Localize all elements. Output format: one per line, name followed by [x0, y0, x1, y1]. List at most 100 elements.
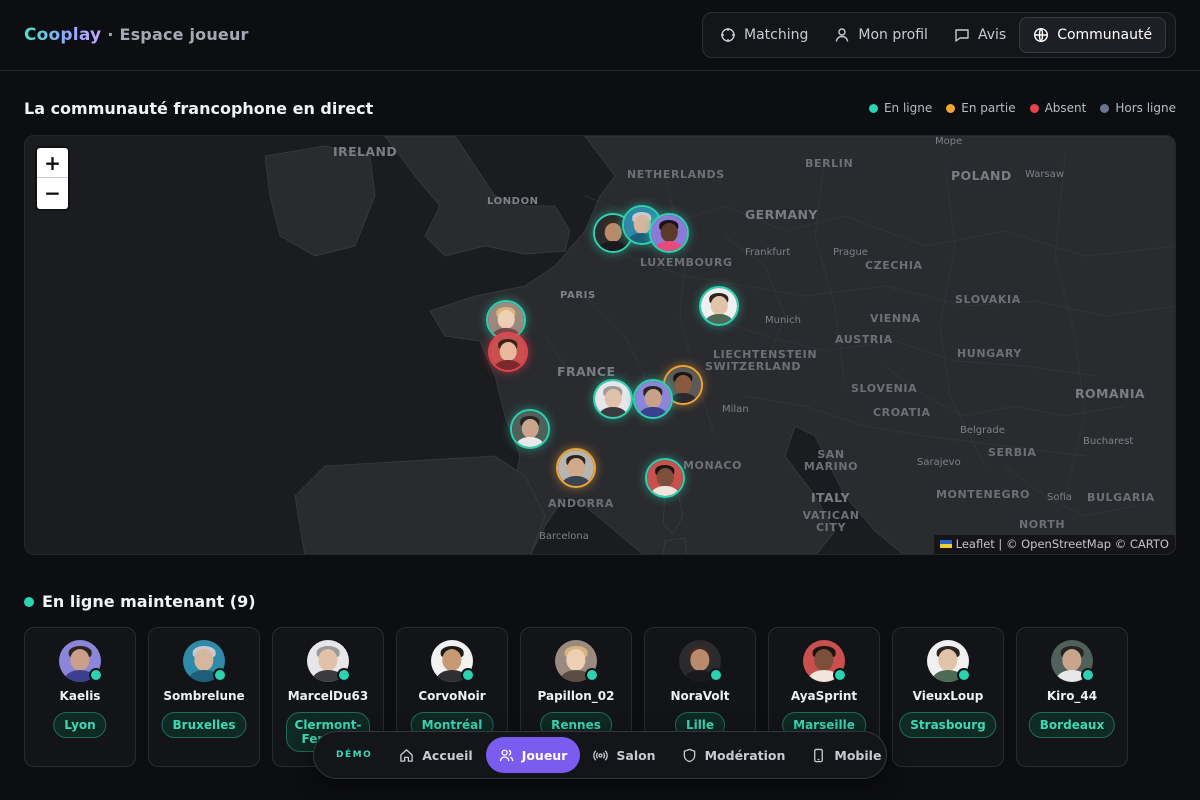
community-map[interactable]: IRELAND LONDON NETHERLANDS BERLIN POLAND…	[24, 135, 1176, 555]
player-name: Kaelis	[59, 689, 101, 703]
legend-in-game: En partie	[946, 101, 1016, 115]
online-status-dot	[89, 668, 103, 682]
legend-away: Absent	[1029, 101, 1087, 115]
main-nav: Matching Mon profil Avis Communauté	[702, 12, 1176, 58]
map-label-paris: PARIS	[560, 290, 596, 301]
online-now-heading: En ligne maintenant (9)	[24, 592, 256, 611]
online-status-dot	[213, 668, 227, 682]
zoom-in-button[interactable]: +	[37, 148, 68, 178]
nav-profile[interactable]: Mon profil	[821, 17, 941, 53]
demo-mobile-label: Mobile	[834, 747, 882, 763]
player-marker-clermont[interactable]	[593, 379, 633, 419]
map-label-bulgaria: BULGARIA	[1087, 491, 1155, 504]
map-label-sarajevo: Sarajevo	[917, 457, 961, 468]
home-icon	[400, 748, 414, 762]
broadcast-icon	[593, 749, 609, 761]
map-label-czechia: CZECHIA	[865, 259, 923, 272]
map-label-ireland: IRELAND	[333, 144, 398, 159]
brand[interactable]: Cooplay · Espace joueur	[24, 25, 249, 45]
ukraine-flag-icon	[939, 540, 952, 548]
user-icon	[836, 28, 849, 42]
demo-mobile-button[interactable]: Mobile	[798, 737, 894, 773]
player-name: Sombrelune	[163, 689, 245, 703]
map-label-switzerland: SWITZERLAND	[705, 360, 802, 373]
map-label-munich: Munich	[765, 315, 801, 326]
map-label-croatia: CROATIA	[873, 406, 931, 419]
nav-reviews-label: Avis	[977, 27, 1007, 43]
demo-player-button[interactable]: Joueur	[485, 737, 581, 773]
section-title: La communauté francophone en direct	[24, 99, 374, 118]
marker-avatar	[651, 215, 687, 251]
demo-label: DÉMO	[336, 750, 373, 760]
player-card[interactable]: Kiro_44 Bordeaux	[1016, 627, 1128, 767]
phone-icon	[814, 748, 824, 762]
demo-home-button[interactable]: Accueil	[386, 737, 485, 773]
city-badge: Bruxelles	[161, 712, 247, 738]
online-status-dot	[1081, 668, 1095, 682]
player-card[interactable]: Sombrelune Bruxelles	[148, 627, 260, 767]
nav-profile-label: Mon profil	[858, 27, 928, 43]
map-label-germany: GERMANY	[745, 207, 818, 222]
nav-matching[interactable]: Matching	[707, 17, 821, 53]
player-marker-marseille[interactable]	[645, 458, 685, 498]
message-icon	[955, 29, 969, 42]
map-label-london: LONDON	[487, 196, 539, 207]
demo-moderation-label: Modération	[704, 747, 786, 763]
map-label-warsaw: Warsaw	[1025, 169, 1065, 180]
users-icon	[499, 749, 514, 761]
marker-avatar	[558, 450, 594, 486]
legend-in-game-dot	[946, 103, 956, 113]
globe-icon	[1034, 27, 1049, 43]
demo-lounge-label: Salon	[616, 747, 656, 763]
player-name: NoraVolt	[670, 689, 730, 703]
legend-offline-dot	[1100, 103, 1110, 113]
map-label-monaco: MONACO	[683, 459, 743, 472]
map-label-milan: Milan	[722, 404, 749, 415]
map-label-poland: POLAND	[951, 168, 1012, 183]
demo-moderation-button[interactable]: Modération	[669, 737, 799, 773]
nav-community-label: Communauté	[1057, 27, 1153, 43]
legend-offline: Hors ligne	[1100, 101, 1176, 115]
online-status-dot	[337, 668, 351, 682]
legend-away-label: Absent	[1044, 101, 1087, 115]
marker-avatar	[647, 460, 683, 496]
map-label-frankfurt: Frankfurt	[745, 247, 791, 258]
player-name: VieuxLoup	[912, 689, 984, 703]
attribution-text: Leaflet | © OpenStreetMap © CARTO	[955, 537, 1169, 551]
player-marker-luxembourg[interactable]	[649, 213, 689, 253]
map-label-san-marino: SAN MARINO	[803, 448, 859, 473]
player-marker-strasbourg[interactable]	[699, 286, 739, 326]
brand-subtitle: · Espace joueur	[107, 25, 249, 44]
marker-avatar	[490, 334, 526, 370]
nav-reviews[interactable]: Avis	[941, 17, 1019, 53]
player-marker-bordeaux[interactable]	[510, 409, 550, 449]
map-label-romania: ROMANIA	[1075, 386, 1145, 401]
nav-matching-label: Matching	[744, 27, 809, 43]
map-label-berlin: BERLIN	[805, 157, 854, 170]
legend-away-dot	[1029, 103, 1039, 113]
crosshair-icon	[721, 28, 735, 42]
map-attribution[interactable]: Leaflet | © OpenStreetMap © CARTO	[933, 535, 1175, 554]
online-status-dot	[957, 668, 971, 682]
map-label-sofia: Sofia	[1047, 492, 1072, 503]
online-status-dot	[461, 668, 475, 682]
nav-community[interactable]: Communauté	[1019, 17, 1167, 53]
player-name: Kiro_44	[1046, 689, 1098, 703]
player-name: AyaSprint	[790, 689, 858, 703]
player-marker-toulouse[interactable]	[556, 448, 596, 488]
zoom-out-button[interactable]: −	[37, 178, 68, 208]
map-label-slovakia: SLOVAKIA	[955, 293, 1021, 306]
demo-switcher-bar: DÉMO Accueil Joueur Salon Modération Mob…	[313, 731, 887, 779]
player-marker-nantes[interactable]	[488, 332, 528, 372]
legend-offline-label: Hors ligne	[1115, 101, 1176, 115]
marker-avatar	[701, 288, 737, 324]
brand-logo: Cooplay	[24, 25, 102, 45]
zoom-controls: + −	[37, 148, 68, 209]
demo-home-label: Accueil	[422, 747, 473, 763]
player-card[interactable]: Kaelis Lyon	[24, 627, 136, 767]
map-label-france: FRANCE	[557, 364, 616, 379]
player-marker-lyon[interactable]	[633, 379, 673, 419]
player-card[interactable]: VieuxLoup Strasbourg	[892, 627, 1004, 767]
demo-lounge-button[interactable]: Salon	[580, 737, 668, 773]
map-label-prague: Prague	[833, 247, 868, 258]
